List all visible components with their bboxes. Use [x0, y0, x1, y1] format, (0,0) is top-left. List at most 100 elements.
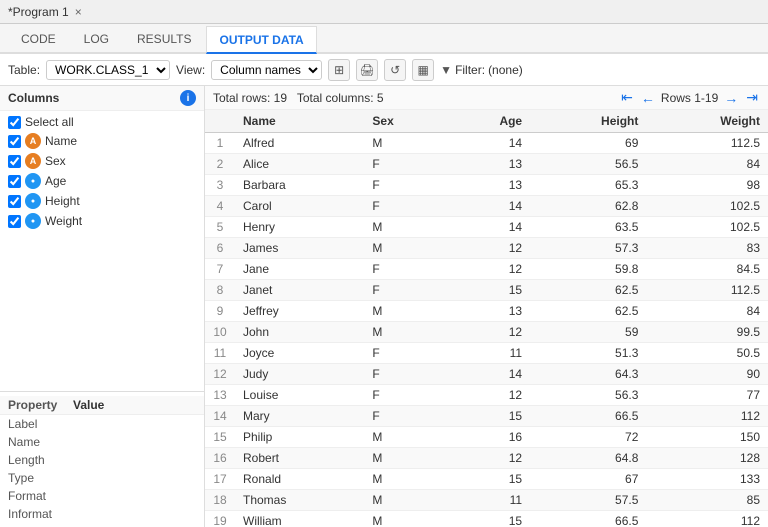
cell-height: 67 [530, 469, 646, 490]
view-select[interactable]: Column names [211, 60, 322, 80]
col-item-age[interactable]: ● Age [0, 171, 204, 191]
cell-name: John [235, 322, 364, 343]
table-row[interactable]: 17 Ronald M 15 67 133 [205, 469, 768, 490]
col-sex-label: Sex [45, 154, 66, 168]
data-info-bar: Total rows: 19 Total columns: 5 ⇤ ← Rows… [205, 86, 768, 110]
table-row[interactable]: 12 Judy F 14 64.3 90 [205, 364, 768, 385]
table-row[interactable]: 3 Barbara F 13 65.3 98 [205, 175, 768, 196]
print-icon-btn[interactable]: 🖨 [356, 59, 378, 81]
col-header-height[interactable]: Height [530, 110, 646, 133]
table-row[interactable]: 18 Thomas M 11 57.5 85 [205, 490, 768, 511]
cell-weight: 112.5 [646, 280, 768, 301]
col-header-sex[interactable]: Sex [364, 110, 445, 133]
data-table-container[interactable]: Name Sex Age Height Weight 1 Alfred M 14… [205, 110, 768, 527]
table-row[interactable]: 6 James M 12 57.3 83 [205, 238, 768, 259]
cell-height: 57.3 [530, 238, 646, 259]
col-height-checkbox[interactable] [8, 195, 21, 208]
columns-info-icon[interactable]: i [180, 90, 196, 106]
cell-name: Henry [235, 217, 364, 238]
title-bar: *Program 1 × [0, 0, 768, 24]
grid-icon-btn[interactable]: ▦ [412, 59, 434, 81]
prop-length-key: Length [8, 453, 73, 467]
table-row[interactable]: 7 Jane F 12 59.8 84.5 [205, 259, 768, 280]
select-all-item[interactable]: Select all [0, 113, 204, 131]
tab-bar: CODE LOG RESULTS OUTPUT DATA [0, 24, 768, 54]
prev-page-btn[interactable]: ← [639, 90, 657, 106]
prop-label-key: Label [8, 417, 73, 431]
cell-rownum: 8 [205, 280, 235, 301]
title-bar-text: *Program 1 [8, 5, 69, 19]
table-select[interactable]: WORK.CLASS_1 [46, 60, 170, 80]
table-row[interactable]: 4 Carol F 14 62.8 102.5 [205, 196, 768, 217]
next-page-btn[interactable]: → [722, 90, 740, 106]
tab-log[interactable]: LOG [71, 24, 122, 52]
cell-age: 13 [446, 154, 530, 175]
col-item-weight[interactable]: ● Weight [0, 211, 204, 231]
table-row[interactable]: 1 Alfred M 14 69 112.5 [205, 133, 768, 154]
cell-name: James [235, 238, 364, 259]
first-page-btn[interactable]: ⇤ [619, 89, 635, 106]
table-row[interactable]: 15 Philip M 16 72 150 [205, 427, 768, 448]
tab-results[interactable]: RESULTS [124, 24, 204, 52]
col-item-name[interactable]: A Name [0, 131, 204, 151]
table-row[interactable]: 8 Janet F 15 62.5 112.5 [205, 280, 768, 301]
col-header-weight[interactable]: Weight [646, 110, 768, 133]
cell-rownum: 11 [205, 343, 235, 364]
properties-header: Property Value [0, 396, 204, 415]
cell-name: Barbara [235, 175, 364, 196]
col-weight-checkbox[interactable] [8, 215, 21, 228]
col-sex-checkbox[interactable] [8, 155, 21, 168]
table-row[interactable]: 11 Joyce F 11 51.3 50.5 [205, 343, 768, 364]
table-row[interactable]: 16 Robert M 12 64.8 128 [205, 448, 768, 469]
cell-age: 15 [446, 280, 530, 301]
prop-type-key: Type [8, 471, 73, 485]
cell-rownum: 10 [205, 322, 235, 343]
export-icon-btn[interactable]: ⊞ [328, 59, 350, 81]
cell-height: 62.5 [530, 280, 646, 301]
refresh-icon-btn[interactable]: ↺ [384, 59, 406, 81]
columns-title: Columns [8, 91, 59, 105]
tab-code[interactable]: CODE [8, 24, 69, 52]
table-row[interactable]: 13 Louise F 12 56.3 77 [205, 385, 768, 406]
select-all-checkbox[interactable] [8, 116, 21, 129]
prop-header-value: Value [73, 398, 104, 412]
last-page-btn[interactable]: ⇥ [744, 89, 760, 106]
col-weight-type-icon: ● [25, 213, 41, 229]
col-header-name[interactable]: Name [235, 110, 364, 133]
table-row[interactable]: 10 John M 12 59 99.5 [205, 322, 768, 343]
cell-age: 11 [446, 490, 530, 511]
table-row[interactable]: 19 William M 15 66.5 112 [205, 511, 768, 527]
cell-name: Louise [235, 385, 364, 406]
cell-age: 14 [446, 364, 530, 385]
col-item-height[interactable]: ● Height [0, 191, 204, 211]
cell-name: Robert [235, 448, 364, 469]
cell-weight: 133 [646, 469, 768, 490]
total-rows-text: Total rows: 19 Total columns: 5 [213, 91, 384, 105]
table-row[interactable]: 5 Henry M 14 63.5 102.5 [205, 217, 768, 238]
prop-name-key: Name [8, 435, 73, 449]
table-row[interactable]: 9 Jeffrey M 13 62.5 84 [205, 301, 768, 322]
cell-age: 12 [446, 385, 530, 406]
col-header-age[interactable]: Age [446, 110, 530, 133]
cell-rownum: 2 [205, 154, 235, 175]
cell-rownum: 18 [205, 490, 235, 511]
table-row[interactable]: 14 Mary F 15 66.5 112 [205, 406, 768, 427]
col-age-checkbox[interactable] [8, 175, 21, 188]
cell-rownum: 19 [205, 511, 235, 527]
col-item-sex[interactable]: A Sex [0, 151, 204, 171]
cell-sex: M [364, 133, 445, 154]
cell-sex: M [364, 301, 445, 322]
col-sex-type-icon: A [25, 153, 41, 169]
rows-display: Rows 1-19 [661, 91, 718, 105]
cell-height: 65.3 [530, 175, 646, 196]
prop-row-format: Format [0, 487, 204, 505]
cell-sex: M [364, 511, 445, 527]
cell-weight: 102.5 [646, 196, 768, 217]
tab-output-data[interactable]: OUTPUT DATA [206, 26, 316, 54]
col-name-checkbox[interactable] [8, 135, 21, 148]
title-bar-close[interactable]: × [75, 5, 82, 19]
col-age-label: Age [45, 174, 66, 188]
data-table: Name Sex Age Height Weight 1 Alfred M 14… [205, 110, 768, 527]
cell-age: 12 [446, 322, 530, 343]
table-row[interactable]: 2 Alice F 13 56.5 84 [205, 154, 768, 175]
